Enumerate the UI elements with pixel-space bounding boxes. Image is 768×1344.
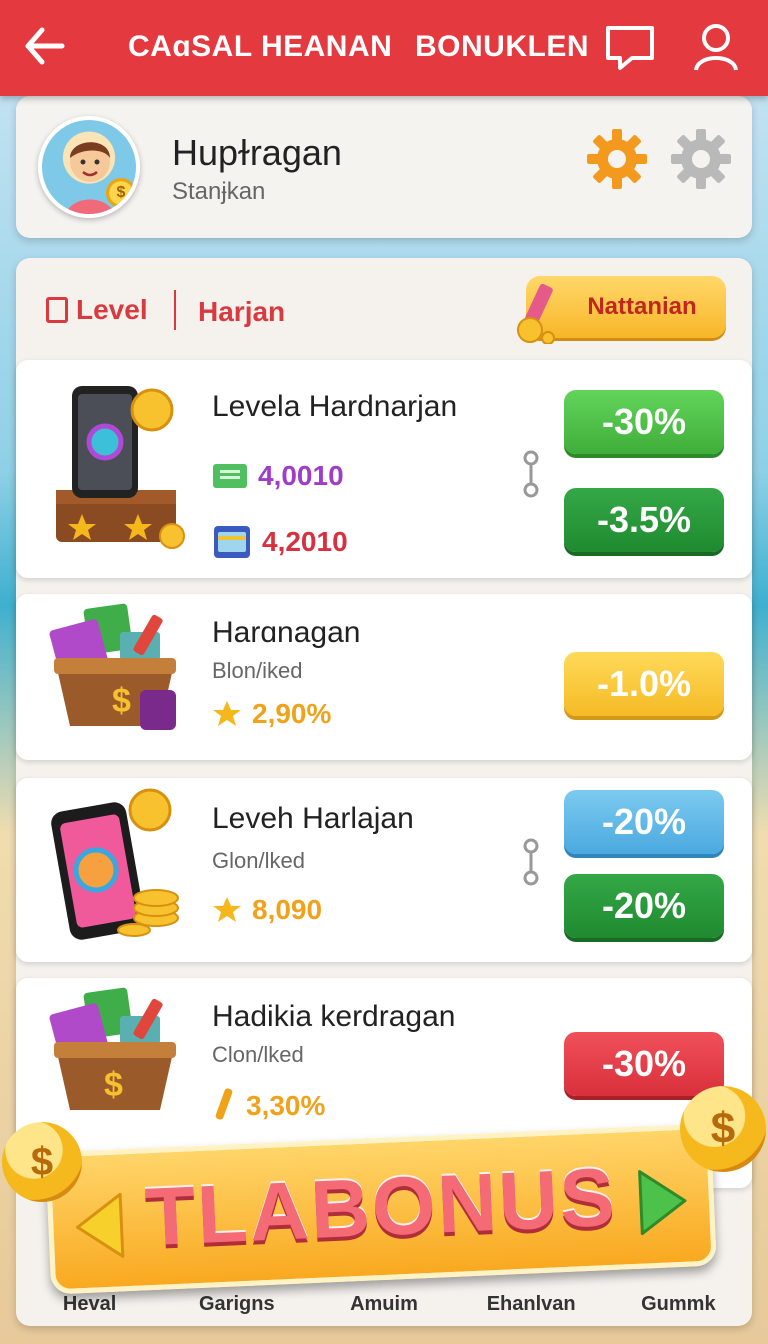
nav-item-gummk[interactable]: Gummk (608, 1293, 748, 1316)
settings-gear-icon[interactable] (670, 128, 732, 190)
arrow-right-icon[interactable] (633, 1166, 692, 1238)
pencil-icon (215, 1088, 233, 1120)
nav-item-garigns[interactable]: Garigns (167, 1293, 307, 1316)
chat-icon[interactable] (602, 24, 658, 72)
offer-stat: 8,090 (212, 894, 322, 926)
link-icon (523, 838, 539, 886)
offer-stat: 2,90% (212, 698, 331, 730)
cash-icon (213, 464, 247, 488)
offer-title: Harɑnagan (212, 616, 361, 649)
svg-text:$: $ (104, 1066, 123, 1104)
money-basket-icon: $ (49, 987, 176, 1110)
offer-title: Leveh Harlajan (212, 802, 414, 835)
divider (174, 290, 176, 330)
filter-harjan[interactable]: Harjan (198, 296, 285, 328)
offer-title: Hadikia kerdragan (212, 1000, 456, 1033)
offer-stat: 3,30% (212, 1086, 325, 1126)
nav-item-amuim[interactable]: Amuim (314, 1293, 454, 1316)
phone-coins-icon (51, 788, 179, 940)
back-arrow-icon[interactable] (22, 24, 66, 68)
star-icon (213, 897, 241, 922)
offer-stat-value: 4,2010 (262, 526, 348, 557)
nav-item-heval[interactable]: Heval (20, 1293, 160, 1316)
discount-badge[interactable]: -1.0% (564, 652, 724, 716)
star-icon (213, 701, 241, 726)
settings-gear-icon[interactable] (586, 128, 648, 190)
offer-title: Levela Hardnarjan (212, 390, 458, 423)
profile-subtitle: Stanɉkan (172, 178, 266, 205)
discount-badge[interactable]: -30% (564, 1032, 724, 1096)
bonus-banner[interactable]: TLABONUS (45, 1123, 717, 1295)
discount-badge[interactable]: -20% (564, 790, 724, 854)
coin-icon: $ (2, 1122, 82, 1202)
offer-subtitle: Blon/iked (212, 658, 303, 683)
top-bar: CAɑSAL HEANAN BONUKLEN (0, 0, 768, 96)
coin-icon: $ (680, 1086, 766, 1172)
offer-subtitle: Glon/lked (212, 848, 305, 873)
offer-stat-value: 4,0010 (258, 460, 344, 491)
offer-stat: 4,0010 (212, 460, 344, 492)
svg-text:$: $ (112, 682, 131, 720)
offer-stat-value: 2,90% (252, 698, 332, 729)
discount-badge[interactable]: -3.5% (564, 488, 724, 552)
app-title: CAɑSAL HEANAN (128, 30, 393, 63)
avatar[interactable]: $ (38, 116, 140, 218)
coin-badge-icon: $ (106, 178, 136, 208)
discount-badge[interactable]: -30% (564, 390, 724, 454)
checkbox-icon (46, 297, 68, 323)
offer-stat: 4,2010 (212, 522, 348, 562)
nav-item-ehanlvan[interactable]: Ehanlvan (461, 1293, 601, 1316)
filter-bar: Level Harjan Nattanian (16, 258, 752, 358)
offer-stat-value: 8,090 (252, 894, 323, 925)
offer-subtitle: Clon/lked (212, 1042, 304, 1067)
tablet-chest-icon (56, 386, 185, 549)
offer-card[interactable]: Levela Hardnarjan 4,0010 4,2010 -30% -3.… (16, 360, 752, 578)
money-basket-icon: $ (49, 603, 176, 730)
bonus-link[interactable]: BONUKLEN (415, 30, 589, 64)
profile-name: Hupɫragan (172, 132, 342, 173)
offer-card[interactable]: $ Harɑnagan Blon/iked 2,90% -1.0% (16, 594, 752, 760)
card-icon (214, 526, 250, 558)
banner-text: TLABONUS (143, 1151, 619, 1264)
nattanian-button-label: Nattanian (587, 293, 697, 320)
filter-level-label: Level (76, 294, 148, 325)
user-icon[interactable] (692, 22, 740, 72)
offer-stat-value: 3,30% (246, 1090, 326, 1121)
filter-level[interactable]: Level (46, 294, 148, 326)
offer-card[interactable]: Leveh Harlajan Glon/lked 8,090 -20% -20% (16, 778, 752, 962)
link-icon (523, 450, 539, 498)
pencil-coin-icon (517, 283, 555, 344)
nattanian-button[interactable]: Nattanian (517, 276, 726, 344)
discount-badge[interactable]: -20% (564, 874, 724, 938)
